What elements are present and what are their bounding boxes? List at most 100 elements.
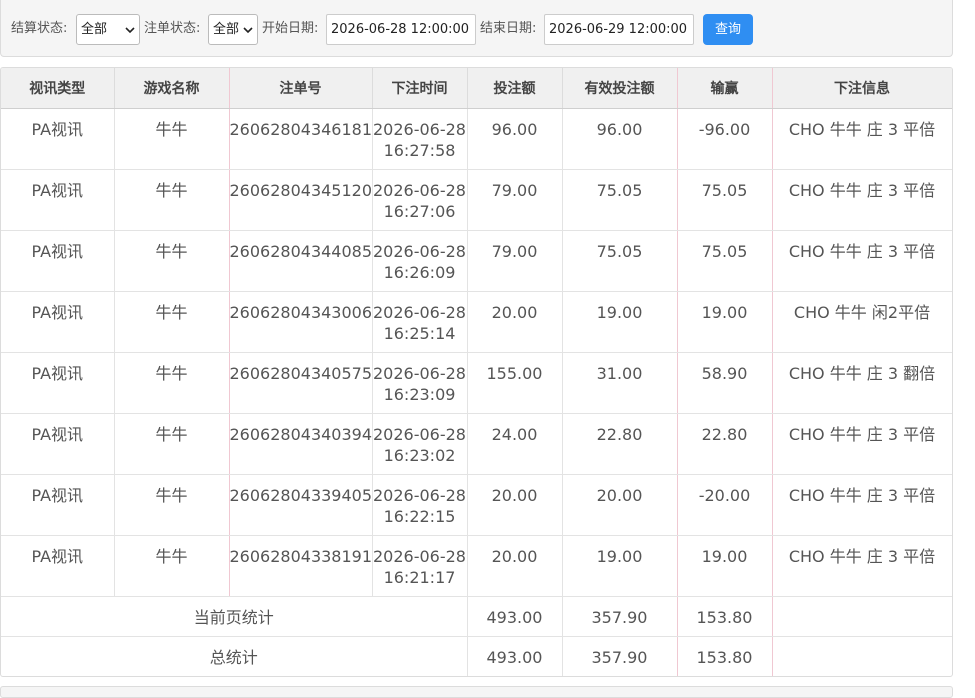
table-row: PA视讯 牛牛 260628043440851 2026-06-28 16:26:… — [1, 230, 952, 292]
column-header-bet-id: 注单号 — [229, 68, 373, 109]
bet-clock: 16:27:58 — [383, 141, 456, 160]
total-summary-win: 153.80 — [677, 636, 773, 676]
end-date-input[interactable]: 2026-06-29 12:00:00 — [544, 14, 694, 45]
bet-info-cell: CHO 牛牛 闲2平倍 — [772, 291, 952, 353]
win-loss-cell: 22.80 — [677, 413, 773, 475]
bet-amount-cell: 96.00 — [467, 108, 563, 170]
valid-amount-cell: 75.05 — [562, 230, 678, 292]
start-date-input[interactable]: 2026-06-28 12:00:00 — [326, 14, 476, 45]
end-date-label: 结束日期: — [480, 21, 537, 36]
column-header-bet-info: 下注信息 — [772, 68, 952, 109]
bet-info-cell: CHO 牛牛 庄 3 平倍 — [772, 474, 952, 536]
bet-clock: 16:25:14 — [383, 324, 456, 343]
bet-id-cell: 260628043381916 — [229, 535, 373, 597]
bet-info-cell: CHO 牛牛 庄 3 翻倍 — [772, 352, 952, 414]
order-status-value: 全部 — [213, 22, 240, 37]
column-header-bet-amount: 投注额 — [467, 68, 563, 109]
chevron-down-icon — [243, 27, 253, 34]
bet-date: 2026-06-28 — [373, 242, 466, 261]
bet-time-cell: 2026-06-28 16:27:58 — [372, 108, 468, 170]
column-header-valid-amount: 有效投注额 — [562, 68, 678, 109]
page-summary-empty — [772, 596, 952, 637]
valid-amount-cell: 31.00 — [562, 352, 678, 414]
game-name-cell: 牛牛 — [114, 352, 230, 414]
bet-info-cell: CHO 牛牛 庄 3 平倍 — [772, 108, 952, 170]
bet-date: 2026-06-28 — [373, 364, 466, 383]
start-date-label: 开始日期: — [262, 21, 319, 36]
bet-info-cell: CHO 牛牛 庄 3 平倍 — [772, 169, 952, 231]
video-type-cell: PA视讯 — [1, 108, 115, 170]
order-status-label: 注单状态: — [144, 21, 201, 36]
page-summary-bet: 493.00 — [467, 596, 563, 637]
bet-date: 2026-06-28 — [373, 181, 466, 200]
video-type-cell: PA视讯 — [1, 352, 115, 414]
video-type-cell: PA视讯 — [1, 474, 115, 536]
bet-time-cell: 2026-06-28 16:21:17 — [372, 535, 468, 597]
pagination-bar — [0, 686, 953, 698]
bet-date: 2026-06-28 — [373, 547, 466, 566]
game-name-cell: 牛牛 — [114, 474, 230, 536]
table-row: PA视讯 牛牛 260628043394051 2026-06-28 16:22:… — [1, 474, 952, 536]
bet-id-cell: 260628043403944 — [229, 413, 373, 475]
table-row: PA视讯 牛牛 260628043405750 2026-06-28 16:23:… — [1, 352, 952, 414]
order-status-select[interactable]: 全部 — [208, 14, 258, 45]
win-loss-cell: -20.00 — [677, 474, 773, 536]
valid-amount-cell: 20.00 — [562, 474, 678, 536]
bet-amount-cell: 155.00 — [467, 352, 563, 414]
table-header-row: 视讯类型 游戏名称 注单号 下注时间 投注额 有效投注额 输赢 下注信息 — [1, 68, 952, 109]
bet-time-cell: 2026-06-28 16:27:06 — [372, 169, 468, 231]
total-summary-row: 总统计 493.00 357.90 153.80 — [1, 636, 952, 676]
bet-records-table-container: 视讯类型 游戏名称 注单号 下注时间 投注额 有效投注额 输赢 下注信息 PA视… — [0, 67, 953, 677]
bet-amount-cell: 79.00 — [467, 230, 563, 292]
bet-amount-cell: 24.00 — [467, 413, 563, 475]
settle-status-select[interactable]: 全部 — [76, 14, 140, 45]
game-name-cell: 牛牛 — [114, 108, 230, 170]
video-type-cell: PA视讯 — [1, 413, 115, 475]
table-row: PA视讯 牛牛 260628043381916 2026-06-28 16:21:… — [1, 535, 952, 597]
table-row: PA视讯 牛牛 260628043461812 2026-06-28 16:27:… — [1, 108, 952, 170]
settle-status-value: 全部 — [81, 22, 108, 37]
total-summary-bet: 493.00 — [467, 636, 563, 676]
bet-amount-cell: 79.00 — [467, 169, 563, 231]
bet-clock: 16:27:06 — [383, 202, 456, 221]
bet-amount-cell: 20.00 — [467, 474, 563, 536]
bet-clock: 16:23:09 — [383, 385, 456, 404]
filter-bar: 结算状态: 全部 注单状态: 全部 开始日期: 2026-06-28 12:00… — [0, 0, 953, 57]
game-name-cell: 牛牛 — [114, 413, 230, 475]
bet-id-cell: 260628043430065 — [229, 291, 373, 353]
bet-clock: 16:23:02 — [383, 446, 456, 465]
page-summary-label: 当前页统计 — [1, 596, 468, 637]
bet-time-cell: 2026-06-28 16:23:09 — [372, 352, 468, 414]
total-summary-valid: 357.90 — [562, 636, 678, 676]
bet-info-cell: CHO 牛牛 庄 3 平倍 — [772, 535, 952, 597]
column-header-video-type: 视讯类型 — [1, 68, 115, 109]
valid-amount-cell: 22.80 — [562, 413, 678, 475]
bet-time-cell: 2026-06-28 16:25:14 — [372, 291, 468, 353]
page-summary-row: 当前页统计 493.00 357.90 153.80 — [1, 596, 952, 637]
bet-time-cell: 2026-06-28 16:26:09 — [372, 230, 468, 292]
bet-id-cell: 260628043440851 — [229, 230, 373, 292]
bet-date: 2026-06-28 — [373, 425, 466, 444]
total-summary-empty — [772, 636, 952, 676]
total-summary-label: 总统计 — [1, 636, 468, 676]
win-loss-cell: 58.90 — [677, 352, 773, 414]
bet-time-cell: 2026-06-28 16:23:02 — [372, 413, 468, 475]
bet-id-cell: 260628043461812 — [229, 108, 373, 170]
column-header-win-loss: 输赢 — [677, 68, 773, 109]
win-loss-cell: 19.00 — [677, 291, 773, 353]
query-button[interactable]: 查询 — [703, 14, 753, 45]
game-name-cell: 牛牛 — [114, 230, 230, 292]
bet-date: 2026-06-28 — [373, 486, 466, 505]
video-type-cell: PA视讯 — [1, 169, 115, 231]
page-summary-valid: 357.90 — [562, 596, 678, 637]
bet-id-cell: 260628043394051 — [229, 474, 373, 536]
chevron-down-icon — [125, 27, 135, 34]
column-header-bet-time: 下注时间 — [372, 68, 468, 109]
valid-amount-cell: 19.00 — [562, 535, 678, 597]
page-summary-win: 153.80 — [677, 596, 773, 637]
valid-amount-cell: 19.00 — [562, 291, 678, 353]
settle-status-label: 结算状态: — [11, 21, 68, 36]
bet-records-table: 视讯类型 游戏名称 注单号 下注时间 投注额 有效投注额 输赢 下注信息 PA视… — [1, 68, 952, 676]
bet-clock: 16:21:17 — [383, 568, 456, 587]
win-loss-cell: -96.00 — [677, 108, 773, 170]
